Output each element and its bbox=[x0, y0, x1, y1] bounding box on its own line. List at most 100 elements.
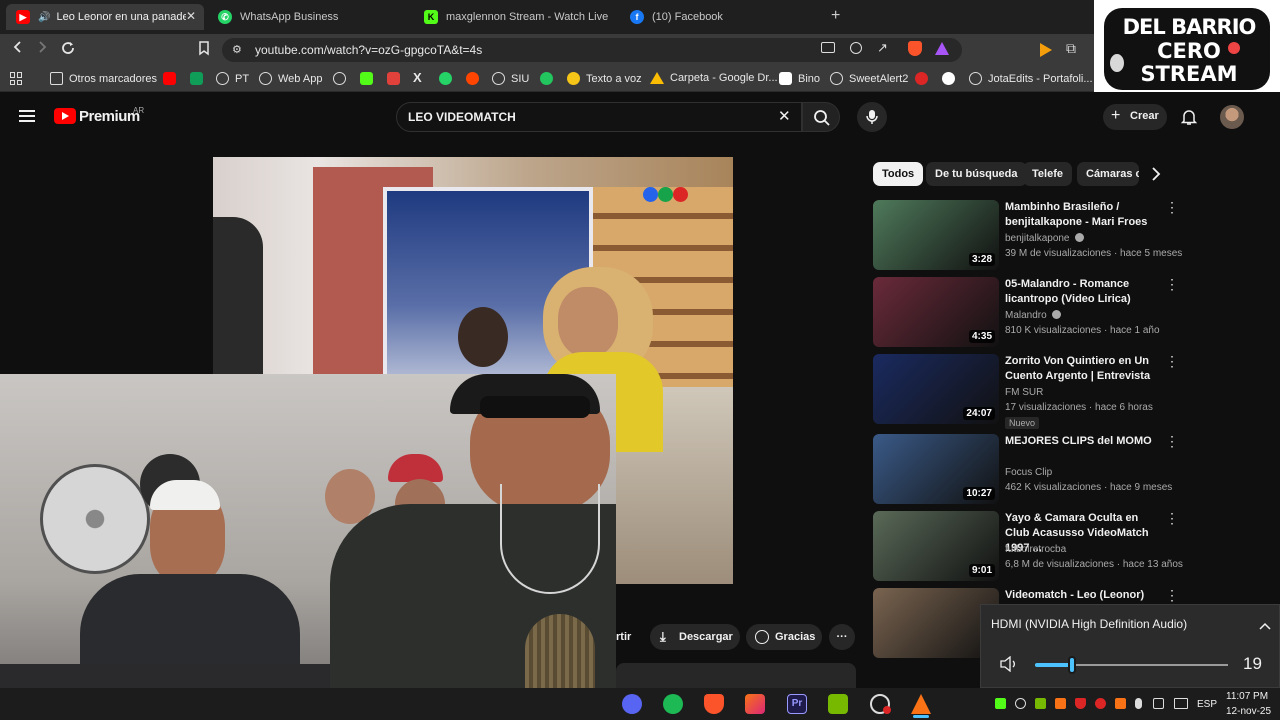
tray-kick-icon[interactable] bbox=[995, 698, 1006, 709]
share-icon[interactable]: ↗ bbox=[877, 40, 888, 56]
video-thumbnail[interactable]: 4:35 bbox=[873, 277, 999, 347]
notifications-icon[interactable] bbox=[1180, 108, 1198, 131]
bookmark-sweetalert2[interactable]: SweetAlert2 bbox=[830, 72, 908, 85]
chip-telefe[interactable]: Telefe bbox=[1023, 162, 1072, 186]
download-button[interactable]: ⤓ Descargar bbox=[650, 624, 740, 650]
bookmark-bino[interactable]: Bino bbox=[779, 72, 820, 85]
extensions-icon[interactable]: ⧉ bbox=[1066, 40, 1076, 57]
youtube-logo-icon[interactable] bbox=[54, 108, 76, 124]
red-circle-icon[interactable] bbox=[915, 72, 928, 85]
forward-icon[interactable] bbox=[32, 40, 52, 60]
youtube-brand[interactable]: Premium bbox=[79, 108, 140, 125]
tab-youtube[interactable]: ▶ 🔊 Leo Leonor en una panadería ✕ bbox=[6, 4, 204, 30]
back-icon[interactable] bbox=[8, 40, 28, 60]
close-icon[interactable]: ✕ bbox=[186, 9, 196, 23]
chip-todos[interactable]: Todos bbox=[873, 162, 924, 186]
chip-camaras[interactable]: Cámaras o bbox=[1077, 162, 1139, 186]
zoom-icon[interactable] bbox=[850, 42, 862, 54]
video-title[interactable]: 05-Malandro - Romance licantropo (Video … bbox=[1005, 277, 1155, 307]
tab-kick[interactable]: K maxglennon Stream - Watch Live on bbox=[414, 4, 614, 30]
play-extension-icon[interactable] bbox=[1040, 43, 1052, 57]
nvidia-icon[interactable] bbox=[828, 694, 848, 714]
premiere-icon[interactable]: Pr bbox=[787, 694, 807, 714]
cast-icon[interactable] bbox=[821, 42, 835, 53]
brave-rewards-icon[interactable] bbox=[935, 42, 949, 55]
clock-time[interactable]: 11:07 PM bbox=[1226, 691, 1268, 702]
brave-shield-icon[interactable] bbox=[908, 41, 922, 56]
volume-icon[interactable] bbox=[999, 655, 1019, 677]
video-thumbnail[interactable]: 24:07 bbox=[873, 354, 999, 424]
spotify-icon[interactable] bbox=[663, 694, 683, 714]
bolt-icon[interactable] bbox=[942, 72, 955, 85]
bookmark-pt[interactable]: PT bbox=[216, 72, 249, 85]
avatar[interactable] bbox=[1220, 105, 1244, 129]
more-options-icon[interactable]: ⋮ bbox=[1165, 277, 1179, 291]
create-button[interactable]: + Crear bbox=[1103, 104, 1167, 130]
camera-app-icon[interactable] bbox=[745, 694, 765, 714]
tray-volume-icon[interactable] bbox=[1153, 698, 1164, 709]
chip-de-tu-busqueda[interactable]: De tu búsqueda bbox=[926, 162, 1027, 186]
bookmark-google-drive[interactable]: Carpeta - Google Dr... bbox=[650, 72, 778, 84]
more-actions-button[interactable]: ··· bbox=[829, 624, 855, 650]
volume-slider[interactable] bbox=[1035, 656, 1228, 674]
bookmark-siu[interactable]: SIU bbox=[492, 72, 529, 85]
bookmark-web-app[interactable]: Web App bbox=[259, 72, 322, 85]
site-info-icon[interactable]: ⚙ bbox=[232, 43, 242, 56]
url-text[interactable]: youtube.com/watch?v=ozG-gpgcoTA&t=4s bbox=[255, 43, 482, 57]
bookmark-icon[interactable] bbox=[194, 40, 214, 60]
video-title[interactable]: Zorrito Von Quintiero en Un Cuento Argen… bbox=[1005, 354, 1155, 384]
apps-icon[interactable] bbox=[10, 72, 23, 85]
more-options-icon[interactable]: ⋮ bbox=[1165, 200, 1179, 214]
brave-icon[interactable] bbox=[704, 694, 724, 714]
chevron-up-icon[interactable] bbox=[1259, 617, 1271, 635]
channel-name[interactable]: Malandro bbox=[1005, 310, 1061, 321]
channel-name[interactable]: FM SUR bbox=[1005, 387, 1043, 398]
tray-network-icon[interactable] bbox=[1174, 698, 1188, 709]
tray-xbox-icon[interactable] bbox=[1015, 698, 1026, 709]
video-title[interactable]: MEJORES CLIPS del MOMO bbox=[1005, 434, 1155, 449]
tray-vlc-icon[interactable] bbox=[1115, 698, 1126, 709]
volume-thumb[interactable] bbox=[1068, 656, 1076, 674]
bookmark-jotaedits[interactable]: JotaEdits - Portafoli... bbox=[969, 72, 1093, 85]
reddit-icon[interactable] bbox=[466, 72, 479, 85]
xbox-icon[interactable] bbox=[540, 72, 553, 85]
share-button[interactable]: rtir bbox=[600, 624, 640, 650]
youtube-icon[interactable] bbox=[163, 72, 176, 85]
whatsapp-icon[interactable] bbox=[439, 72, 452, 85]
clock-date[interactable]: 12-nov-25 bbox=[1226, 706, 1271, 717]
reload-icon[interactable] bbox=[58, 40, 78, 60]
search-value[interactable]: LEO VIDEOMATCH bbox=[408, 110, 516, 124]
audio-device-label[interactable]: HDMI (NVIDIA High Definition Audio) bbox=[991, 617, 1187, 631]
tab-facebook[interactable]: f (10) Facebook bbox=[620, 4, 820, 30]
chess-icon[interactable] bbox=[387, 72, 400, 85]
channel-name[interactable]: Focus Clip bbox=[1005, 467, 1052, 478]
clear-search-icon[interactable]: ✕ bbox=[778, 107, 791, 125]
thanks-button[interactable]: Gracias bbox=[746, 624, 822, 650]
tray-shield-icon[interactable] bbox=[1075, 698, 1086, 709]
more-options-icon[interactable]: ⋮ bbox=[1165, 354, 1179, 368]
tray-app-icon[interactable] bbox=[1055, 698, 1066, 709]
channel-name[interactable]: futbolretrocba bbox=[1005, 544, 1066, 555]
more-options-icon[interactable]: ⋮ bbox=[1165, 434, 1179, 448]
recommended-item[interactable]: 9:01 Yayo & Camara Oculta en Club Acasuss… bbox=[873, 511, 1203, 583]
language-indicator[interactable]: ESP bbox=[1197, 699, 1217, 710]
search-button[interactable] bbox=[802, 102, 840, 132]
voice-search-button[interactable] bbox=[857, 102, 887, 132]
sheets-icon[interactable] bbox=[190, 72, 203, 85]
tray-record-icon[interactable] bbox=[1095, 698, 1106, 709]
video-thumbnail[interactable]: 10:27 bbox=[873, 434, 999, 504]
recommended-item[interactable]: 10:27 MEJORES CLIPS del MOMO Focus Clip 462… bbox=[873, 434, 1203, 506]
recommended-item[interactable]: 4:35 05-Malandro - Romance licantropo (Vi… bbox=[873, 277, 1203, 349]
tray-microphone-icon[interactable] bbox=[1135, 698, 1142, 709]
recommended-item[interactable]: 3:28 Mambinho Brasileño / benjitalkapone … bbox=[873, 200, 1203, 272]
chevron-right-icon[interactable] bbox=[1151, 167, 1161, 186]
kick-icon[interactable] bbox=[360, 72, 373, 85]
channel-name[interactable]: benjitalkapone bbox=[1005, 233, 1084, 244]
tray-nvidia-icon[interactable] bbox=[1035, 698, 1046, 709]
vlc-icon[interactable] bbox=[911, 694, 931, 714]
more-options-icon[interactable]: ⋮ bbox=[1165, 588, 1179, 602]
more-options-icon[interactable]: ⋮ bbox=[1165, 511, 1179, 525]
menu-icon[interactable] bbox=[19, 110, 35, 122]
bookmark-texto-a-voz[interactable]: Texto a voz bbox=[567, 72, 642, 85]
video-title[interactable]: Mambinho Brasileño / benjitalkapone - Ma… bbox=[1005, 200, 1155, 230]
